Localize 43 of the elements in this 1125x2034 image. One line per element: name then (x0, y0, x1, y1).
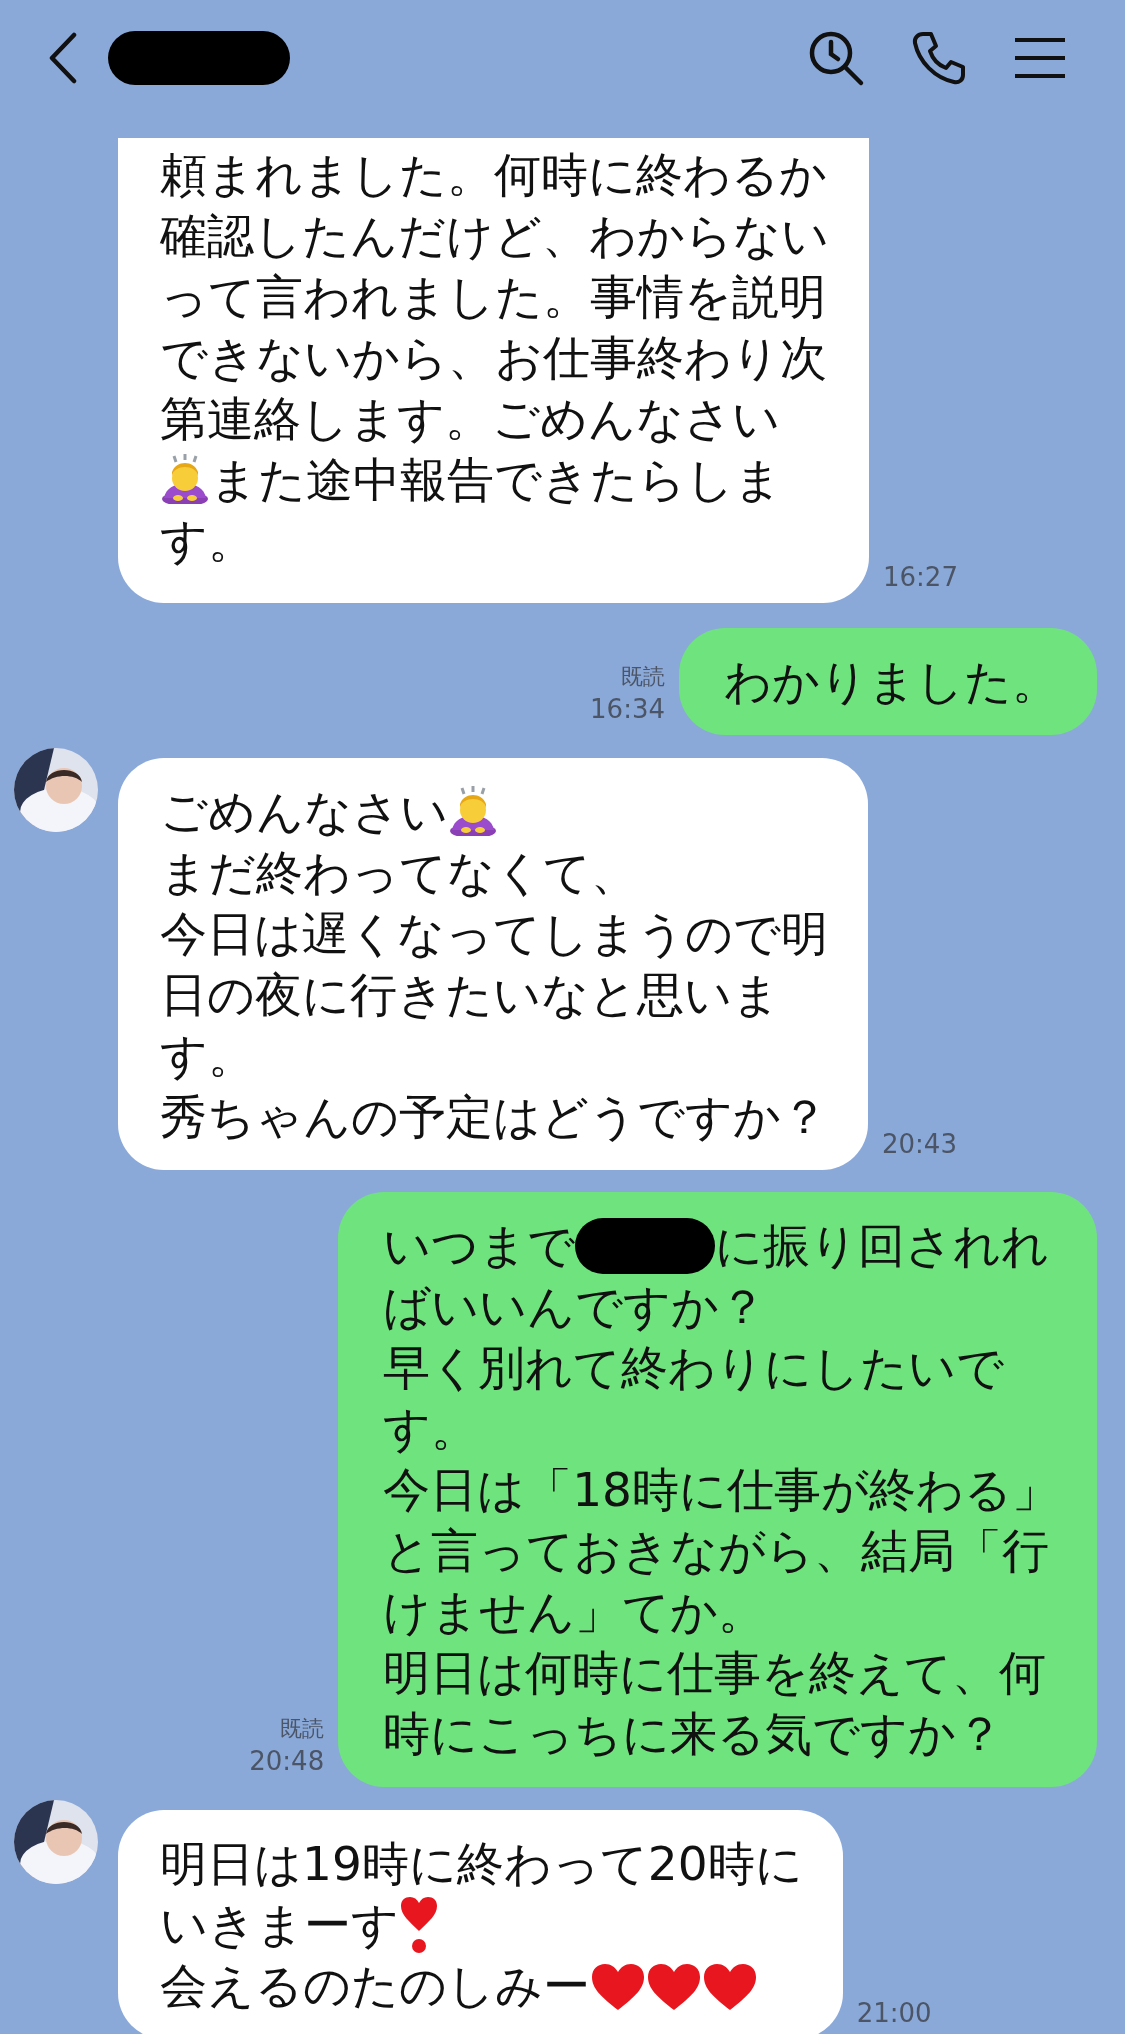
message-text: いつまで (383, 1218, 576, 1273)
message-text: 第連絡します。ごめんなさい (160, 391, 780, 446)
message-text: 確認したんだけど、わからない (160, 208, 829, 263)
message-text: 会えるのたのしみー (160, 1958, 590, 2013)
message-text: 明日は何時に仕事を終えて、何 (383, 1645, 1047, 1700)
timestamp: 16:34 (590, 693, 665, 725)
timestamp: 20:43 (882, 1128, 957, 1160)
message-text: まだ終わってなくて、 (160, 845, 638, 900)
bowing-person-icon (160, 454, 210, 504)
heart-icon (702, 1962, 758, 2012)
timestamp: 20:48 (249, 1745, 325, 1777)
message-text: す。 (383, 1401, 479, 1456)
message-text: いきまーす (160, 1897, 399, 1952)
message-text: 日の夜に行きたいなと思いま (160, 967, 780, 1022)
message-text: わかりました。 (724, 654, 1059, 709)
message-text: に振り回されれ (715, 1218, 1050, 1273)
bowing-person-icon (448, 786, 498, 836)
message-text: と言っておきながら、結局「行 (383, 1523, 1050, 1578)
message-text: 頼まれました。何時に終わるか (160, 147, 827, 202)
message-text: 今日は「18時に仕事が終わる」 (383, 1462, 1059, 1517)
message-text: けません」てか。 (383, 1584, 766, 1639)
menu-icon[interactable] (1013, 35, 1067, 80)
phone-icon[interactable] (911, 29, 967, 86)
timestamp: 21:00 (856, 1997, 932, 2029)
message-text: ばいいんですか？ (383, 1279, 767, 1334)
heart-icon (590, 1962, 646, 2012)
exclamation-icon (399, 1895, 439, 1955)
message-text: 秀ちゃんの予定はどうですか？ (160, 1089, 828, 1144)
message-text: 時にこっちに来る気ですか？ (383, 1706, 1004, 1761)
message-text: また途中報告できたらしま (210, 452, 782, 507)
message-text: す。 (160, 513, 255, 568)
message-text: できないから、お仕事終わり次 (160, 330, 827, 385)
read-receipt: 既読 (280, 1715, 325, 1743)
read-receipt: 既読 (621, 663, 665, 691)
message-text: 早く別れて終わりにしたいで (383, 1340, 1005, 1395)
message-text: 今日は遅くなってしまうので明 (160, 906, 828, 961)
message-text: す。 (160, 1028, 255, 1083)
timestamp: 16:27 (883, 561, 958, 593)
heart-icon (646, 1962, 702, 2012)
message-text: って言われました。事情を説明 (160, 269, 826, 324)
message-text: 明日は19時に終わって20時に (160, 1836, 803, 1891)
message-text: ごめんなさい (160, 784, 448, 839)
back-icon[interactable] (48, 31, 78, 84)
